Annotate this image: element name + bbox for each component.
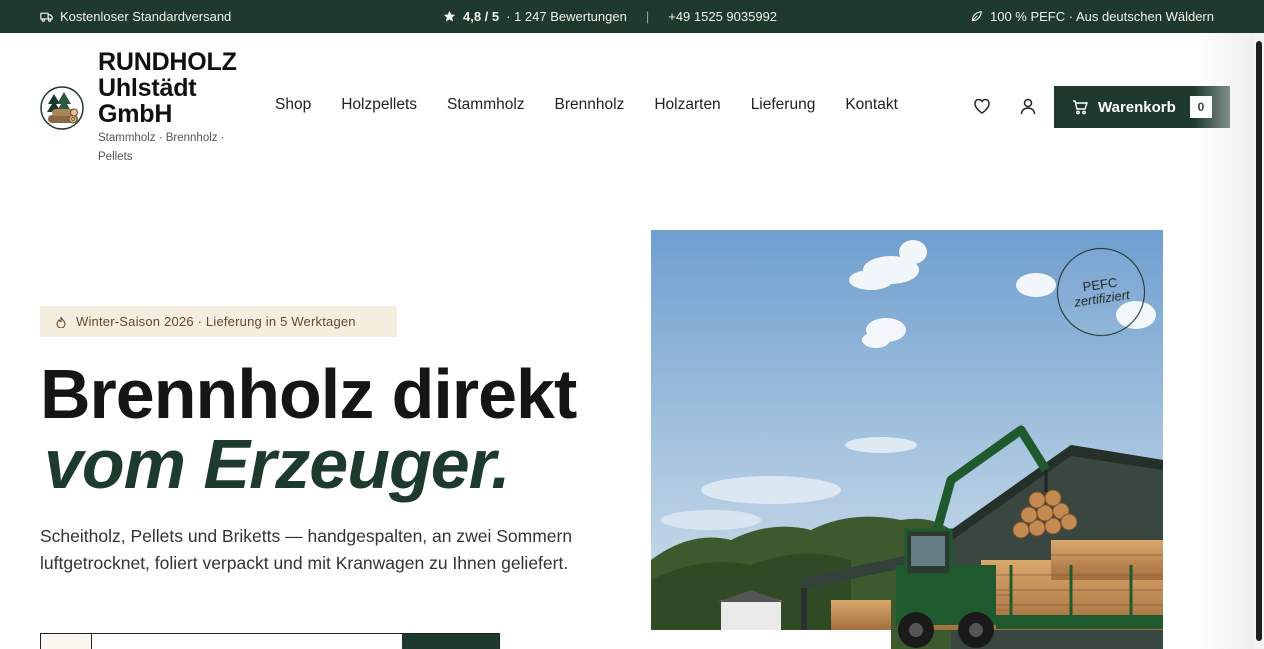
cart-label: Warenkorb xyxy=(1098,98,1176,116)
hero-lead-text: Scheitholz, Pellets und Briketts — handg… xyxy=(40,526,573,573)
season-badge: Winter-Saison 2026 · Lieferung in 5 Werk… xyxy=(40,306,397,337)
review-count: · 1 247 Bewertungen xyxy=(506,9,627,24)
page-scrollbar[interactable] xyxy=(1254,33,1264,649)
phone-number[interactable]: +49 1525 9035992 xyxy=(668,9,777,24)
rating-value: 4,8 / 5 xyxy=(463,9,500,24)
nav-item-brennholz[interactable]: Brennholz xyxy=(555,96,625,114)
user-icon[interactable] xyxy=(1018,96,1038,116)
nav-item-stammholz[interactable]: Stammholz xyxy=(447,96,525,114)
heart-icon[interactable] xyxy=(972,96,992,116)
nav-item-shop[interactable]: Shop xyxy=(275,96,311,114)
truck-icon xyxy=(40,12,53,22)
nav-item-lieferung[interactable]: Lieferung xyxy=(751,96,816,114)
overlay-card xyxy=(631,630,891,649)
hero-title-line1: Brennholz direkt xyxy=(40,355,577,433)
brand-name[interactable]: RUNDHOLZ Uhlstädt GmbH xyxy=(98,49,258,127)
postcode-input[interactable] xyxy=(93,634,403,649)
shipping-info: Kostenloser Standardversand xyxy=(40,0,231,33)
rating-info: 4,8 / 5 · 1 247 Bewertungen | +49 1525 9… xyxy=(443,0,777,33)
flame-icon xyxy=(56,316,66,328)
shipping-text: Kostenloser Standardversand xyxy=(60,9,232,24)
pefc-text: 100 % PEFC · Aus deutschen Wäldern xyxy=(989,9,1214,24)
postcode-form xyxy=(40,633,500,649)
hero-title-line2: vom Erzeuger. xyxy=(44,425,511,503)
nav-item-kontakt[interactable]: Kontakt xyxy=(845,96,898,114)
submit-button[interactable] xyxy=(402,634,499,649)
cart-icon xyxy=(1073,100,1088,115)
cart-button[interactable]: Warenkorb 0 xyxy=(1054,86,1230,128)
pefc-info: 100 % PEFC · Aus deutschen Wäldern xyxy=(970,0,1214,33)
brand-tagline: Stammholz · Brennholz · Pellets xyxy=(98,132,225,163)
main-nav: Shop Holzpellets Stammholz Brennholz Hol… xyxy=(275,96,898,114)
location-icon xyxy=(41,634,92,649)
season-badge-text: Winter-Saison 2026 · Lieferung in 5 Werk… xyxy=(76,314,356,329)
nav-item-holzpellets[interactable]: Holzpellets xyxy=(341,96,417,114)
cart-count-badge: 0 xyxy=(1190,96,1212,118)
separator: | xyxy=(645,9,650,24)
top-info-bar: Kostenloser Standardversand 4,8 / 5 · 1 … xyxy=(0,0,1264,33)
pefc-seal-line2: zertifiziert xyxy=(1073,287,1131,310)
logo-icon[interactable] xyxy=(40,86,84,130)
leaf-icon xyxy=(971,10,983,22)
scrollbar-thumb[interactable] xyxy=(1256,41,1262,641)
nav-item-holzarten[interactable]: Holzarten xyxy=(654,96,720,114)
star-icon xyxy=(443,10,456,22)
